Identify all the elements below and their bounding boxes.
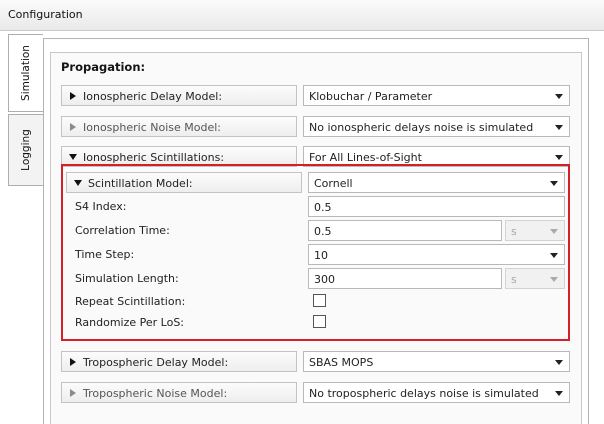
scintillation-model-header[interactable]: Scintillation Model: (66, 172, 302, 193)
dropdown-arrow-icon (550, 229, 558, 234)
correlation-time-unit: s (511, 225, 517, 238)
time-step-select[interactable]: 10 (308, 244, 565, 265)
side-tabs: Simulation Logging (8, 34, 44, 423)
simulation-length-label: Simulation Length: (75, 272, 179, 285)
simulation-length-input[interactable]: 300 (308, 268, 502, 289)
ionospheric-scintillations-label: Ionospheric Scintillations: (83, 151, 225, 164)
randomize-per-los-checkbox[interactable] (313, 315, 326, 328)
tropospheric-delay-header[interactable]: Tropospheric Delay Model: (61, 351, 297, 372)
correlation-time-value: 0.5 (314, 225, 332, 238)
dropdown-arrow-icon (555, 94, 563, 99)
repeat-scintillation-checkbox[interactable] (313, 294, 326, 307)
scintillation-model-value: Cornell (314, 177, 353, 190)
dropdown-arrow-icon (555, 360, 563, 365)
s4-index-label: S4 Index: (75, 200, 127, 213)
dropdown-arrow-icon (555, 125, 563, 130)
section-title: Propagation: (61, 60, 146, 74)
ionospheric-delay-select[interactable]: Klobuchar / Parameter (303, 85, 570, 106)
ionospheric-noise-value: No ionospheric delays noise is simulated (309, 121, 534, 134)
ionospheric-delay-header[interactable]: Ionospheric Delay Model: (61, 85, 297, 106)
tropospheric-noise-label: Tropospheric Noise Model: (83, 387, 228, 400)
tab-simulation-label: Simulation (20, 45, 32, 101)
row-ionospheric-delay: Ionospheric Delay Model: Klobuchar / Par… (61, 85, 570, 106)
collapse-triangle-icon[interactable] (68, 152, 78, 162)
dropdown-arrow-icon (555, 391, 563, 396)
window-title: Configuration (8, 8, 83, 21)
scintillation-model-label: Scintillation Model: (88, 177, 193, 190)
dropdown-arrow-icon (550, 181, 558, 186)
randomize-per-los-label: Randomize Per LoS: (75, 316, 185, 329)
ionospheric-noise-label: Ionospheric Noise Model: (83, 121, 221, 134)
dropdown-arrow-icon (550, 277, 558, 282)
ionospheric-scintillations-value: For All Lines-of-Sight (309, 151, 422, 164)
tab-logging[interactable]: Logging (8, 114, 43, 186)
dropdown-arrow-icon (550, 253, 558, 258)
s4-index-input[interactable]: 0.5 (308, 196, 565, 217)
expand-triangle-icon[interactable] (68, 388, 78, 398)
tropospheric-delay-value: SBAS MOPS (309, 356, 374, 369)
time-step-value: 10 (314, 249, 328, 262)
correlation-time-label: Correlation Time: (75, 224, 170, 237)
dropdown-arrow-icon (555, 155, 563, 160)
row-scintillation-model: Scintillation Model: Cornell (66, 172, 565, 193)
expand-triangle-icon[interactable] (68, 122, 78, 132)
expand-triangle-icon[interactable] (68, 357, 78, 367)
tropospheric-delay-select[interactable]: SBAS MOPS (303, 351, 570, 372)
row-tropospheric-delay: Tropospheric Delay Model: SBAS MOPS (61, 351, 570, 372)
simulation-length-unit: s (511, 273, 517, 286)
ionospheric-noise-select[interactable]: No ionospheric delays noise is simulated (303, 116, 570, 137)
tropospheric-noise-value: No tropospheric delays noise is simulate… (309, 387, 539, 400)
collapse-triangle-icon[interactable] (73, 178, 83, 188)
repeat-scintillation-label: Repeat Scintillation: (75, 295, 186, 308)
simulation-length-unit-select: s (505, 268, 565, 289)
tropospheric-noise-header[interactable]: Tropospheric Noise Model: (61, 382, 297, 403)
tropospheric-delay-label: Tropospheric Delay Model: (83, 356, 229, 369)
tab-simulation[interactable]: Simulation (8, 34, 43, 112)
window-titlebar: Configuration (0, 0, 604, 31)
ionospheric-noise-header[interactable]: Ionospheric Noise Model: (61, 116, 297, 137)
expand-triangle-icon[interactable] (68, 91, 78, 101)
tropospheric-noise-select[interactable]: No tropospheric delays noise is simulate… (303, 382, 570, 403)
correlation-time-input[interactable]: 0.5 (308, 220, 502, 241)
ionospheric-delay-value: Klobuchar / Parameter (309, 90, 433, 103)
time-step-label: Time Step: (75, 248, 135, 261)
row-tropospheric-noise: Tropospheric Noise Model: No tropospheri… (61, 382, 570, 403)
simulation-length-value: 300 (314, 273, 335, 286)
row-ionospheric-noise: Ionospheric Noise Model: No ionospheric … (61, 116, 570, 137)
ionospheric-delay-label: Ionospheric Delay Model: (83, 90, 223, 103)
s4-index-value: 0.5 (314, 201, 332, 214)
scintillation-model-select[interactable]: Cornell (308, 172, 565, 193)
tab-logging-label: Logging (20, 129, 32, 171)
correlation-time-unit-select: s (505, 220, 565, 241)
